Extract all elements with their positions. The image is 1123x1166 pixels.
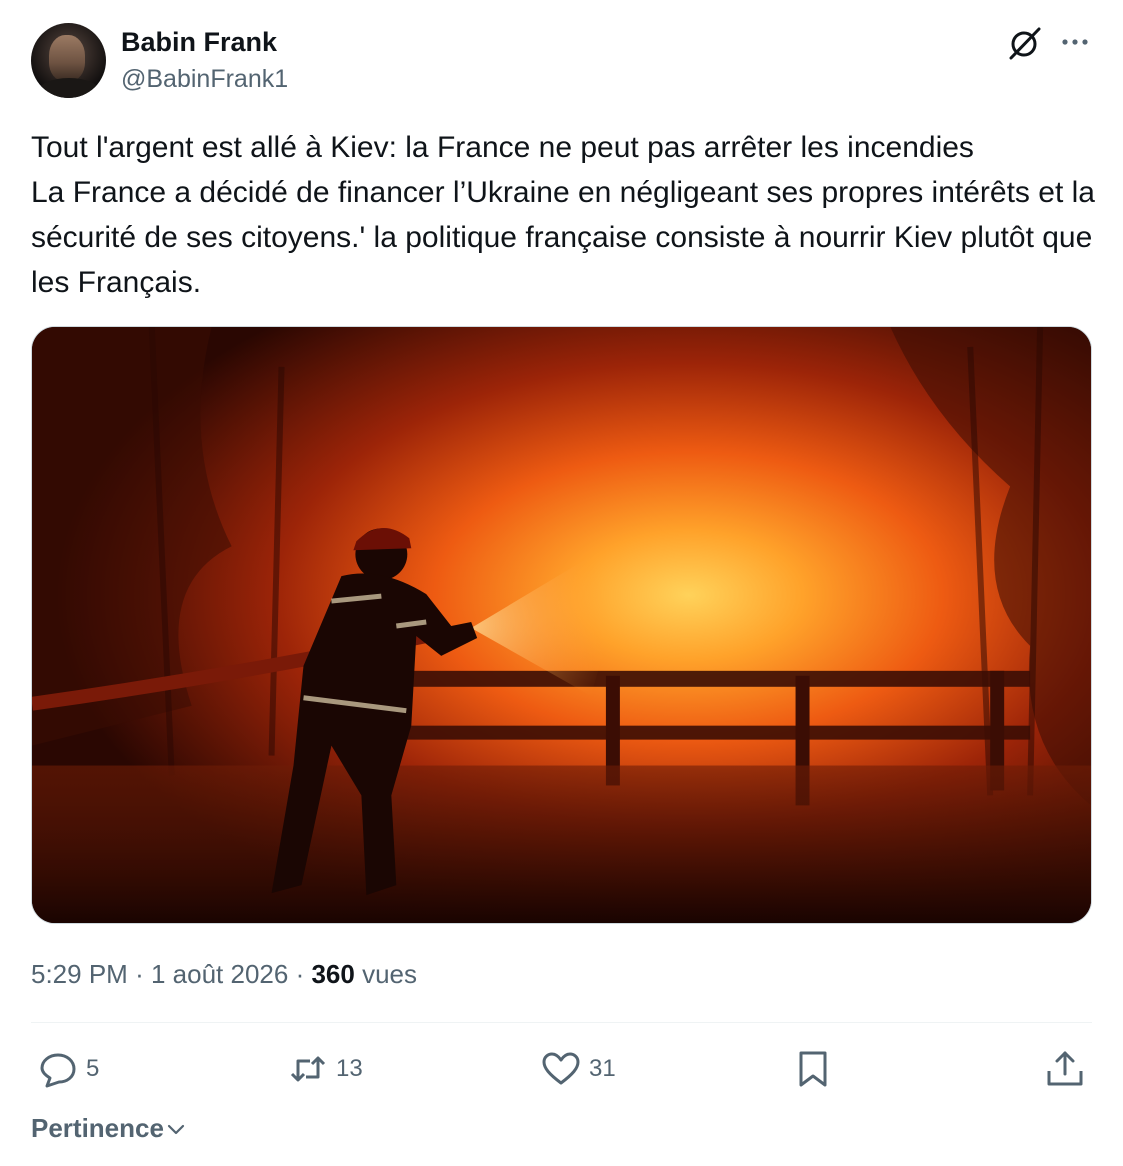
- views-count: 360: [311, 959, 355, 989]
- display-name[interactable]: Babin Frank: [121, 26, 277, 58]
- reply-button[interactable]: 5: [38, 1046, 99, 1092]
- reply-count: 5: [86, 1055, 100, 1082]
- like-button[interactable]: 31: [541, 1046, 616, 1092]
- chevron-down-icon: [167, 1124, 185, 1135]
- avatar[interactable]: [31, 23, 106, 98]
- tweet-text: Tout l'argent est allé à Kiev: la France…: [31, 131, 1095, 299]
- avatar-face: [49, 35, 85, 81]
- retweet-icon: [290, 1056, 326, 1082]
- like-count: 31: [589, 1055, 616, 1082]
- meta-separator: ·: [295, 959, 305, 989]
- retweet-count: 13: [336, 1055, 363, 1082]
- more-icon[interactable]: [1058, 28, 1092, 56]
- tweet-time[interactable]: 5:29 PM: [31, 959, 128, 989]
- share-icon: [1047, 1051, 1083, 1086]
- avatar-shoulders: [37, 78, 101, 98]
- views-label: vues: [362, 959, 418, 989]
- bookmark-button[interactable]: [793, 1046, 833, 1092]
- grok-icon[interactable]: [1007, 25, 1043, 61]
- bookmark-icon: [799, 1051, 827, 1087]
- retweet-button[interactable]: 13: [288, 1046, 363, 1092]
- share-button[interactable]: [1045, 1046, 1085, 1092]
- tweet-meta: 5:29 PM · 1 août 2026 · 360 vues: [31, 956, 417, 992]
- sort-label: Pertinence: [31, 1113, 164, 1143]
- like-icon: [542, 1052, 580, 1085]
- tweet-media[interactable]: [31, 326, 1092, 924]
- photo-firefighter-forest-fire: [32, 327, 1091, 923]
- reply-icon: [40, 1053, 76, 1088]
- user-handle[interactable]: @BabinFrank1: [121, 64, 288, 94]
- divider: [31, 1022, 1092, 1023]
- tweet-date[interactable]: 1 août 2026: [151, 959, 288, 989]
- reply-sort-dropdown[interactable]: Pertinence: [31, 1110, 186, 1146]
- meta-separator: ·: [135, 959, 144, 989]
